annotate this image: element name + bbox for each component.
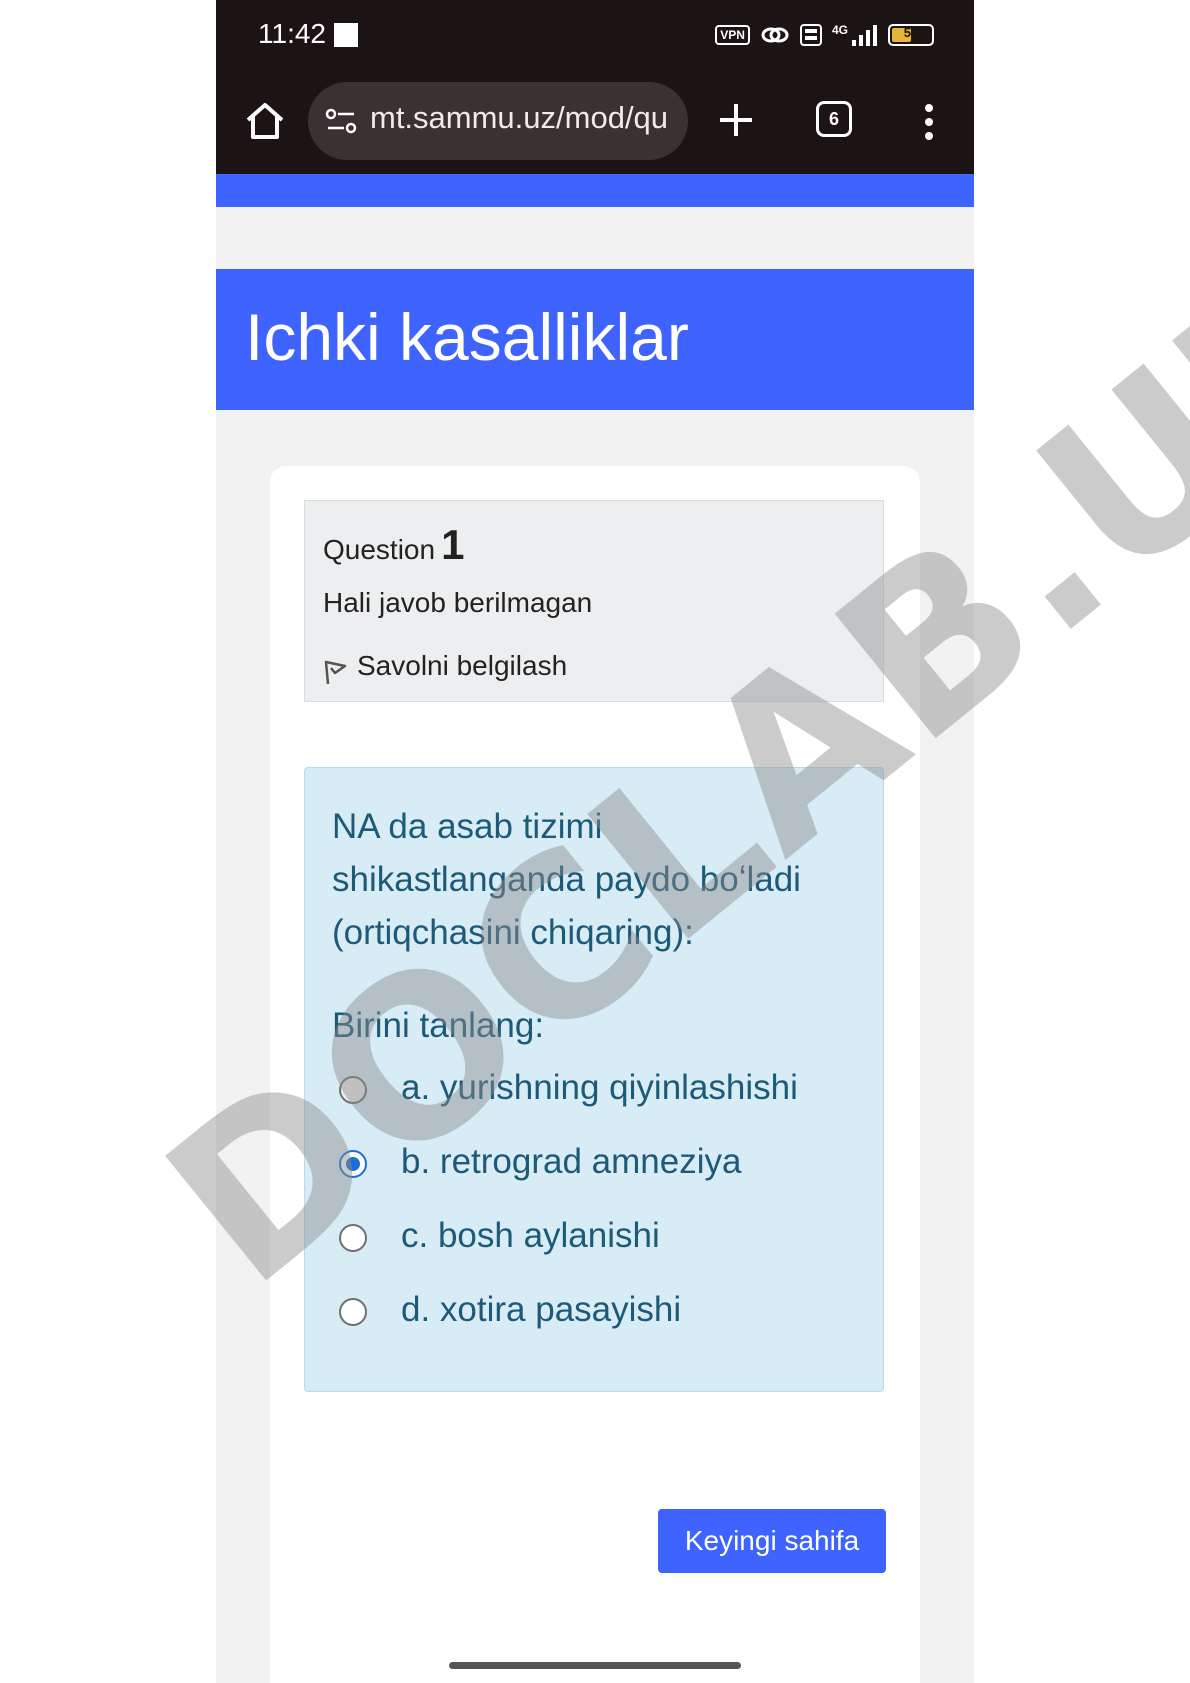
quiz-content-card: Question 1 Hali javob berilmagan Savolni … [270,466,920,1683]
status-bar: 11:42 VPN 4G 55 [216,0,974,70]
plus-icon[interactable] [714,98,758,142]
battery-percent: 55 [903,25,919,40]
phone-screen: 11:42 VPN 4G 55 mt.sammu.uz/mod/qu 6 Ich… [216,0,974,1683]
site-info-icon[interactable] [324,106,358,136]
navbar-strip [216,174,974,207]
link-icon [761,27,789,43]
answer-label[interactable]: c. bosh aylanishi [401,1216,660,1256]
address-bar[interactable]: mt.sammu.uz/mod/qu [308,82,688,160]
battery-icon: 55 [888,24,934,46]
vpn-icon: VPN [715,25,750,45]
question-number: 1 [441,521,465,568]
answer-label[interactable]: b. retrograd amneziya [401,1142,741,1182]
radio-button[interactable] [339,1076,367,1104]
home-icon[interactable] [242,98,288,144]
status-time: 11:42 [258,18,326,49]
volte-icon [799,24,822,46]
signal-icon [852,25,877,46]
course-header: Ichki kasalliklar [216,269,974,410]
tab-switcher-button[interactable]: 6 [816,101,852,137]
flag-icon[interactable] [323,656,349,686]
question-label: Question [323,534,436,565]
question-heading: Question 1 [323,521,464,569]
answer-label[interactable]: d. xotira pasayishi [401,1290,681,1330]
gesture-home-bar[interactable] [449,1662,741,1669]
status-icons: VPN 4G 55 [715,20,934,50]
question-text: NA da asab tizimi shikastlanganda paydo … [332,807,801,952]
answer-prompt: Birini tanlang: [332,1006,545,1045]
browser-toolbar: mt.sammu.uz/mod/qu 6 [216,70,974,174]
network-type-label: 4G [831,23,848,37]
flag-question-label[interactable]: Savolni belgilash [357,650,567,682]
more-vert-icon[interactable] [924,102,934,142]
question-formulation: NA da asab tizimi shikastlanganda paydo … [304,767,884,1392]
radio-button[interactable] [339,1224,367,1252]
url-text[interactable]: mt.sammu.uz/mod/qu [370,100,668,136]
flag-question-link[interactable]: Savolni belgilash [323,646,567,686]
next-page-button[interactable]: Keyingi sahifa [658,1509,886,1573]
question-info-box: Question 1 Hali javob berilmagan Savolni … [304,500,884,702]
radio-button[interactable] [339,1298,367,1326]
radio-button-selected[interactable] [339,1150,367,1178]
question-state: Hali javob berilmagan [323,587,593,618]
page-title: Ichki kasalliklar [245,300,689,374]
answer-label[interactable]: a. yurishning qiyinlashishi [401,1068,798,1108]
notification-icon [334,23,358,47]
